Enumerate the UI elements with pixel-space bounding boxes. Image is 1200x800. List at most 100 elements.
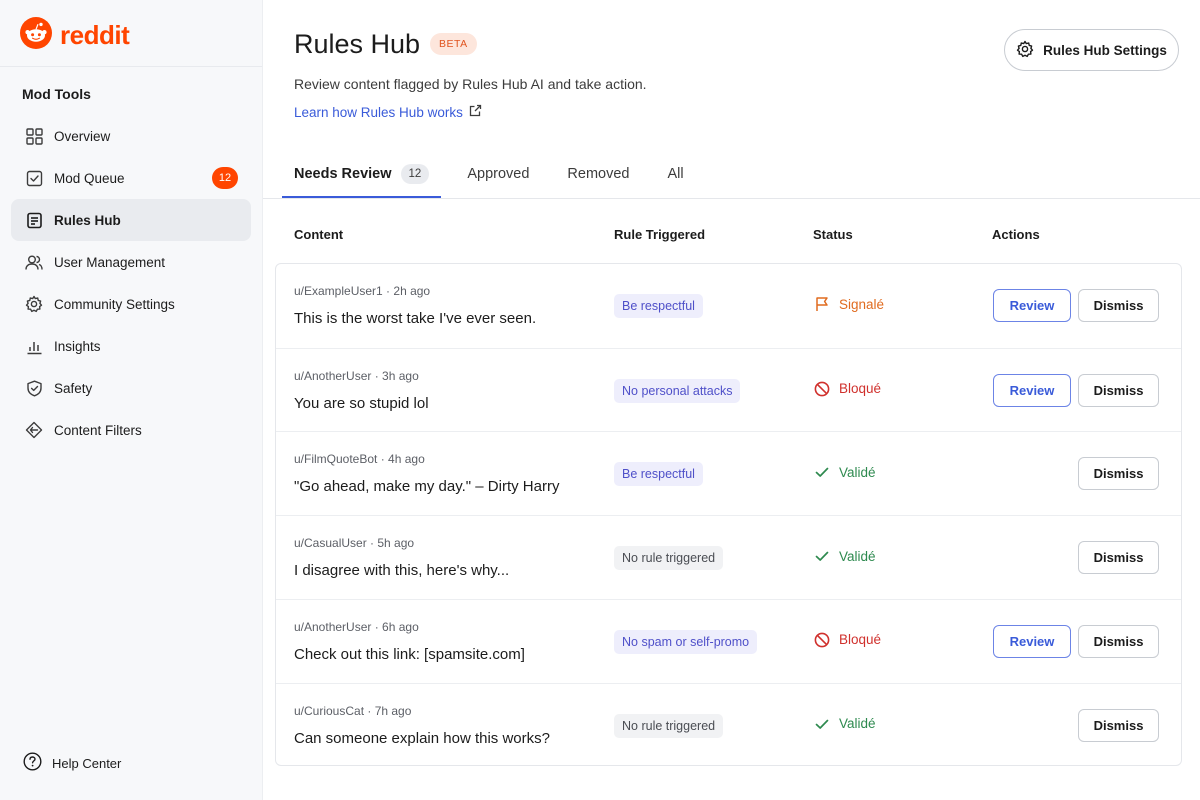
- post-author[interactable]: u/CuriousCat: [294, 704, 364, 718]
- dismiss-button[interactable]: Dismiss: [1078, 373, 1159, 407]
- sidebar-item-community-settings[interactable]: Community Settings: [11, 283, 251, 325]
- brand-name: reddit: [60, 20, 130, 50]
- post-author[interactable]: u/AnotherUser: [294, 369, 371, 383]
- sidebar-item-label: Content Filters: [54, 422, 142, 438]
- tab-all[interactable]: All: [655, 150, 695, 198]
- review-button[interactable]: Review: [993, 373, 1071, 407]
- sidebar-item-label: Safety: [54, 380, 93, 396]
- help-center-link[interactable]: Help Center: [23, 752, 121, 774]
- rule-tag: No rule triggered: [614, 713, 724, 738]
- post-text: "Go ahead, make my day." – Dirty Harry: [294, 478, 560, 496]
- rules-hub-settings-button[interactable]: Rules Hub Settings: [1004, 29, 1179, 71]
- tab-approved[interactable]: Approved: [455, 150, 541, 198]
- dismiss-button[interactable]: Dismiss: [1078, 541, 1159, 575]
- learn-more-link[interactable]: Learn how Rules Hub works: [294, 104, 482, 120]
- table-row: u/CuriousCat · 7h ago Can someone explain…: [276, 682, 1181, 767]
- dismiss-button[interactable]: Dismiss: [1078, 624, 1159, 658]
- column-header-rule: Rule Triggered: [614, 227, 706, 242]
- status-label: Signalé: [839, 296, 885, 312]
- post-time: 6h ago: [382, 619, 419, 634]
- dismiss-button[interactable]: Dismiss: [1078, 289, 1159, 322]
- meta-separator: ·: [366, 536, 378, 551]
- tabs-divider: [263, 198, 1200, 199]
- table-row: u/ExampleUser1 · 2h ago This is the worst…: [276, 264, 1181, 348]
- post-time: 3h ago: [382, 368, 419, 383]
- table-row: u/AnotherUser · 3h ago You are so stupid …: [276, 347, 1181, 432]
- post-author[interactable]: u/CasualUser: [294, 536, 367, 550]
- checkmark-icon: [814, 464, 830, 480]
- sidebar-item-user-management[interactable]: User Management: [11, 241, 251, 283]
- external-link-icon: [469, 104, 482, 120]
- post-text: This is the worst take I've ever seen.: [294, 310, 537, 327]
- status-label: Validé: [839, 464, 876, 480]
- mod-queue-count-badge: 12: [212, 167, 238, 189]
- sidebar-section-title: Mod Tools: [22, 86, 91, 102]
- sidebar-item-label: Insights: [54, 338, 101, 354]
- post-meta: u/FilmQuoteBot · 4h ago: [294, 452, 425, 466]
- blocked-icon: [814, 381, 830, 397]
- status-indicator: Bloqué: [814, 381, 881, 397]
- reddit-snoo-icon: [20, 17, 52, 54]
- tab-count-badge: 12: [400, 164, 430, 184]
- sidebar-nav: Overview Mod Queue 12 Rules Hub User Man…: [11, 115, 251, 451]
- beta-badge: BETA: [430, 33, 477, 55]
- help-circle-icon: [23, 752, 42, 774]
- status-indicator: Validé: [814, 464, 876, 480]
- status-label: Validé: [839, 548, 876, 564]
- tab-label: Approved: [467, 166, 530, 182]
- sidebar-item-overview[interactable]: Overview: [11, 115, 251, 157]
- post-meta: u/AnotherUser · 3h ago: [294, 369, 419, 383]
- sidebar-item-safety[interactable]: Safety: [11, 367, 251, 409]
- post-meta: u/CasualUser · 5h ago: [294, 536, 414, 550]
- table-row: u/AnotherUser · 6h ago Check out this lin…: [276, 598, 1181, 683]
- table-row: u/CasualUser · 5h ago I disagree with thi…: [276, 515, 1181, 599]
- column-header-actions: Actions: [992, 227, 1040, 242]
- post-time: 4h ago: [388, 452, 425, 467]
- meta-separator: ·: [364, 703, 375, 718]
- page-title: Rules Hub: [294, 29, 421, 59]
- post-text: Can someone explain how this works?: [294, 729, 550, 747]
- post-time: 5h ago: [377, 536, 415, 551]
- status-indicator: Signalé: [814, 296, 884, 312]
- post-meta: u/AnotherUser · 6h ago: [294, 620, 419, 634]
- post-author[interactable]: u/ExampleUser1: [294, 284, 383, 298]
- post-author[interactable]: u/FilmQuoteBot: [294, 452, 377, 466]
- post-time: 7h ago: [374, 703, 412, 718]
- sidebar-item-content-filters[interactable]: Content Filters: [11, 409, 251, 451]
- learn-more-label: Learn how Rules Hub works: [294, 104, 463, 120]
- dismiss-button[interactable]: Dismiss: [1078, 457, 1159, 491]
- post-author[interactable]: u/AnotherUser: [294, 620, 371, 634]
- status-label: Bloqué: [839, 632, 882, 648]
- rule-tag: No rule triggered: [614, 546, 724, 571]
- sidebar-item-rules-hub[interactable]: Rules Hub: [11, 199, 251, 241]
- flagged-content-table: u/ExampleUser1 · 2h ago This is the worst…: [275, 263, 1182, 766]
- help-center-label: Help Center: [52, 755, 122, 771]
- column-header-status: Status: [813, 227, 853, 242]
- users-icon: [25, 253, 43, 271]
- reddit-logo[interactable]: reddit: [20, 17, 130, 54]
- tab-removed[interactable]: Removed: [555, 150, 641, 198]
- settings-button-label: Rules Hub Settings: [1043, 42, 1167, 58]
- tab-needs-review[interactable]: Needs Review 12: [282, 150, 442, 198]
- tab-label: Removed: [567, 166, 630, 182]
- checkmark-icon: [814, 716, 830, 732]
- rule-tag: No personal attacks: [614, 378, 741, 403]
- meta-separator: ·: [371, 368, 383, 383]
- dismiss-button[interactable]: Dismiss: [1078, 708, 1159, 742]
- shield-icon: [25, 379, 43, 397]
- post-time: 2h ago: [393, 284, 431, 298]
- blocked-icon: [814, 632, 830, 648]
- chart-icon: [25, 337, 43, 355]
- status-indicator: Validé: [814, 716, 876, 732]
- status-indicator: Bloqué: [814, 632, 881, 648]
- review-button[interactable]: Review: [993, 624, 1071, 658]
- overview-grid-icon: [25, 127, 43, 145]
- review-button[interactable]: Review: [993, 289, 1071, 322]
- main-content: Rules Hub BETA Review content flagged by…: [263, 0, 1200, 800]
- column-header-content: Content: [294, 227, 344, 242]
- sidebar-item-label: Rules Hub: [54, 212, 121, 228]
- sidebar-item-mod-queue[interactable]: Mod Queue 12: [11, 157, 251, 199]
- sidebar-divider: [0, 66, 262, 67]
- rule-tag: No spam or self-promo: [614, 629, 758, 654]
- sidebar-item-insights[interactable]: Insights: [11, 325, 251, 367]
